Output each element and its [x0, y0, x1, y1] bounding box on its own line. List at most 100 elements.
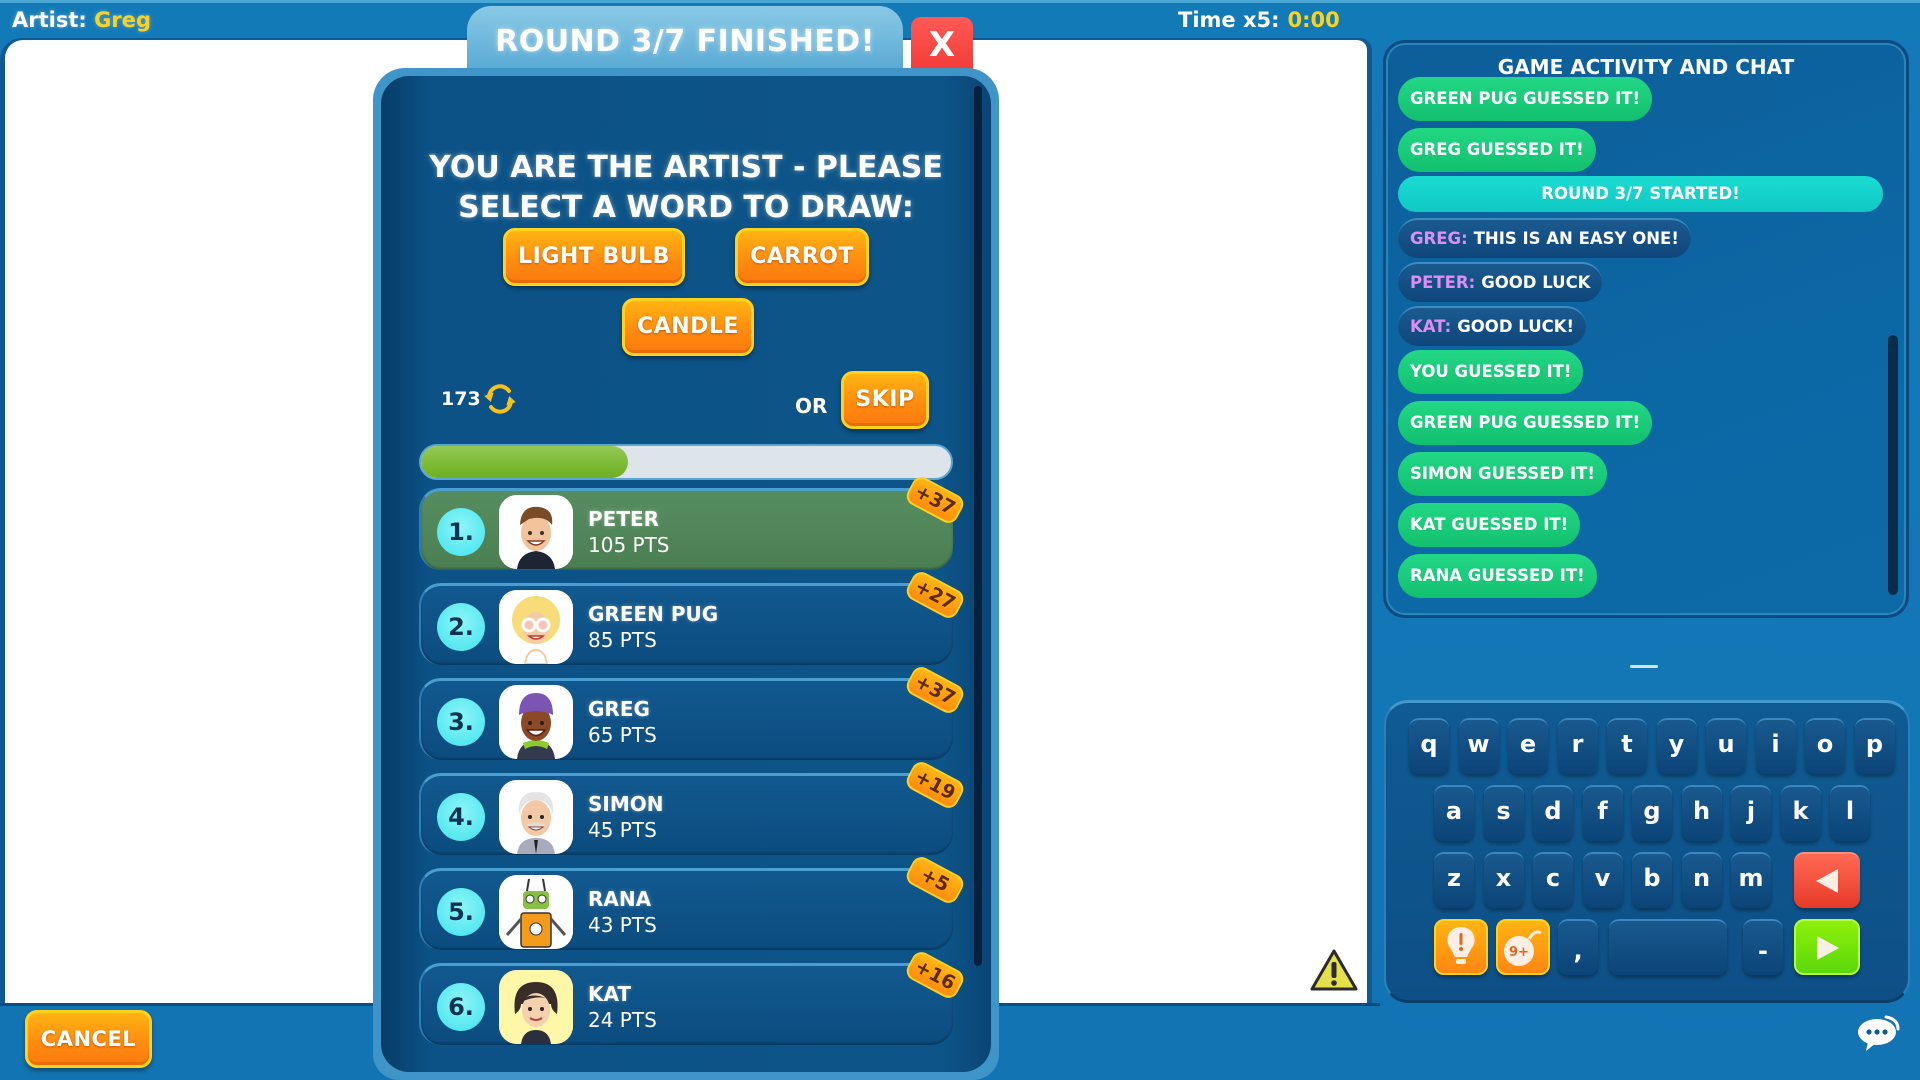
artist-prompt: YOU ARE THE ARTIST - PLEASE SELECT A WOR…	[381, 148, 991, 228]
points-gain-badge: +27	[903, 568, 967, 622]
leaderboard-row: 3. GREG 65 PTS +37	[419, 663, 967, 760]
rank-badge: 2.	[437, 603, 485, 651]
simon-avatar	[499, 780, 573, 854]
refresh-icon[interactable]	[483, 382, 517, 416]
warning-icon[interactable]	[1309, 948, 1359, 992]
key-y[interactable]: y	[1656, 718, 1697, 774]
send-arrow-icon	[1817, 936, 1839, 960]
key-d[interactable]: d	[1533, 785, 1573, 841]
key-h[interactable]: h	[1681, 785, 1722, 841]
key-b[interactable]: b	[1632, 852, 1672, 908]
points-gain-badge: +19	[903, 758, 967, 812]
key-x[interactable]: x	[1483, 852, 1524, 908]
send-button[interactable]	[1794, 919, 1860, 975]
bomb-count: 9+	[1509, 945, 1529, 960]
key-o[interactable]: o	[1805, 718, 1845, 774]
kat-avatar	[499, 970, 573, 1044]
player-name: KAT	[588, 982, 632, 1006]
chat-bubble-icon[interactable]	[1856, 1013, 1902, 1053]
player-points: 105 PTS	[588, 533, 670, 557]
player-points: 45 PTS	[588, 818, 657, 842]
timer-label: Time x5:	[1178, 8, 1280, 32]
chat-author: KAT:	[1410, 317, 1452, 336]
backspace-key[interactable]	[1794, 852, 1860, 908]
chat-scrollbar[interactable]	[1888, 335, 1898, 595]
bomb-icon: 9+	[1504, 930, 1542, 966]
close-button[interactable]: X	[911, 17, 973, 73]
key-l[interactable]: l	[1830, 785, 1870, 841]
leaderboard-row: 2. GREEN PUG 85 PTS +27	[419, 568, 967, 665]
player-name: RANA	[588, 887, 652, 911]
leaderboard-row: 6. KAT 24 PTS +16	[419, 948, 967, 1045]
chat-author: PETER:	[1410, 273, 1476, 292]
rank-badge: 5.	[437, 888, 485, 936]
key-n[interactable]: n	[1681, 852, 1722, 908]
round-finished-modal: YOU ARE THE ARTIST - PLEASE SELECT A WOR…	[373, 68, 999, 1080]
key-w[interactable]: w	[1458, 718, 1499, 774]
key-s[interactable]: s	[1483, 785, 1524, 841]
chat-text: THIS IS AN EASY ONE!	[1473, 229, 1679, 248]
rank-badge: 4.	[437, 793, 485, 841]
player-name: PETER	[588, 507, 660, 531]
player-points: 65 PTS	[588, 723, 657, 747]
key-u[interactable]: u	[1706, 718, 1746, 774]
key-i[interactable]: i	[1755, 718, 1796, 774]
chat-panel: GAME ACTIVITY AND CHAT GREEN PUG GUESSED…	[1383, 40, 1909, 618]
chat-author: GREG:	[1410, 229, 1468, 248]
key-q[interactable]: q	[1409, 718, 1449, 774]
greg-avatar	[499, 685, 573, 759]
chat-guess-message: RANA GUESSED IT!	[1398, 554, 1597, 598]
player-points: 24 PTS	[588, 1008, 657, 1032]
key-j[interactable]: j	[1731, 785, 1771, 841]
word-option-carrot[interactable]: CARROT	[735, 228, 869, 286]
key-a[interactable]: a	[1434, 785, 1474, 841]
points-gain-badge: +37	[903, 473, 967, 527]
points-gain-badge: +5	[903, 853, 967, 907]
chat-guess-message: GREG GUESSED IT!	[1398, 128, 1596, 172]
panel-drag-handle[interactable]	[1630, 665, 1658, 668]
key-z[interactable]: z	[1434, 852, 1474, 908]
on-screen-keyboard: q w e r t y u i o p a s d f g h j k l z x c v b n m 9+, -	[1384, 700, 1910, 1003]
green-pug-avatar	[499, 590, 573, 664]
key-k[interactable]: k	[1780, 785, 1821, 841]
chat-guess-message: SIMON GUESSED IT!	[1398, 452, 1607, 496]
skip-button[interactable]: SKIP	[841, 371, 929, 429]
key-e[interactable]: e	[1508, 718, 1548, 774]
leaderboard-row: 4. SIMON 45 PTS +19	[419, 758, 967, 855]
bomb-button[interactable]: 9+	[1496, 919, 1550, 975]
key-t[interactable]: t	[1607, 718, 1647, 774]
peter-avatar	[499, 495, 573, 569]
key-r[interactable]: r	[1557, 718, 1598, 774]
timer-value: 0:00	[1287, 8, 1340, 32]
artist-name: Greg	[94, 8, 151, 32]
chat-guess-message: GREEN PUG GUESSED IT!	[1398, 77, 1652, 121]
timer: Time x5: 0:00	[1178, 8, 1340, 32]
key-p[interactable]: p	[1854, 718, 1895, 774]
key-g[interactable]: g	[1632, 785, 1672, 841]
chat-title: GAME ACTIVITY AND CHAT	[1497, 55, 1795, 79]
chat-text: GOOD LUCK!	[1457, 317, 1575, 336]
rank-badge: 3.	[437, 698, 485, 746]
leaderboard-row: 1. PETER 105 PTS +37	[419, 473, 967, 570]
player-points: 43 PTS	[588, 913, 657, 937]
dash-key[interactable]: -	[1743, 919, 1783, 975]
chat-guess-message: KAT GUESSED IT!	[1398, 503, 1581, 547]
leaderboard-row: 5. RANA 43 PTS +5	[419, 853, 967, 950]
comma-key[interactable]: ,	[1558, 919, 1598, 975]
word-option-light-bulb[interactable]: LIGHT BULB	[503, 228, 685, 286]
key-c[interactable]: c	[1533, 852, 1573, 908]
cancel-button[interactable]: CANCEL	[25, 1010, 152, 1068]
word-option-candle[interactable]: CANDLE	[622, 298, 754, 356]
key-f[interactable]: f	[1582, 785, 1623, 841]
hint-button[interactable]	[1434, 919, 1488, 975]
points-gain-badge: +37	[903, 663, 967, 717]
prompt-line-2: SELECT A WORD TO DRAW:	[458, 190, 914, 225]
rank-badge: 6.	[437, 983, 485, 1031]
key-v[interactable]: v	[1582, 852, 1623, 908]
backspace-arrow-icon	[1816, 869, 1838, 893]
key-m[interactable]: m	[1731, 852, 1771, 908]
or-label: OR	[795, 394, 828, 418]
artist-indicator: Artist: Greg	[12, 8, 151, 32]
chat-text: GOOD LUCK	[1481, 273, 1591, 292]
space-key[interactable]	[1609, 919, 1727, 975]
